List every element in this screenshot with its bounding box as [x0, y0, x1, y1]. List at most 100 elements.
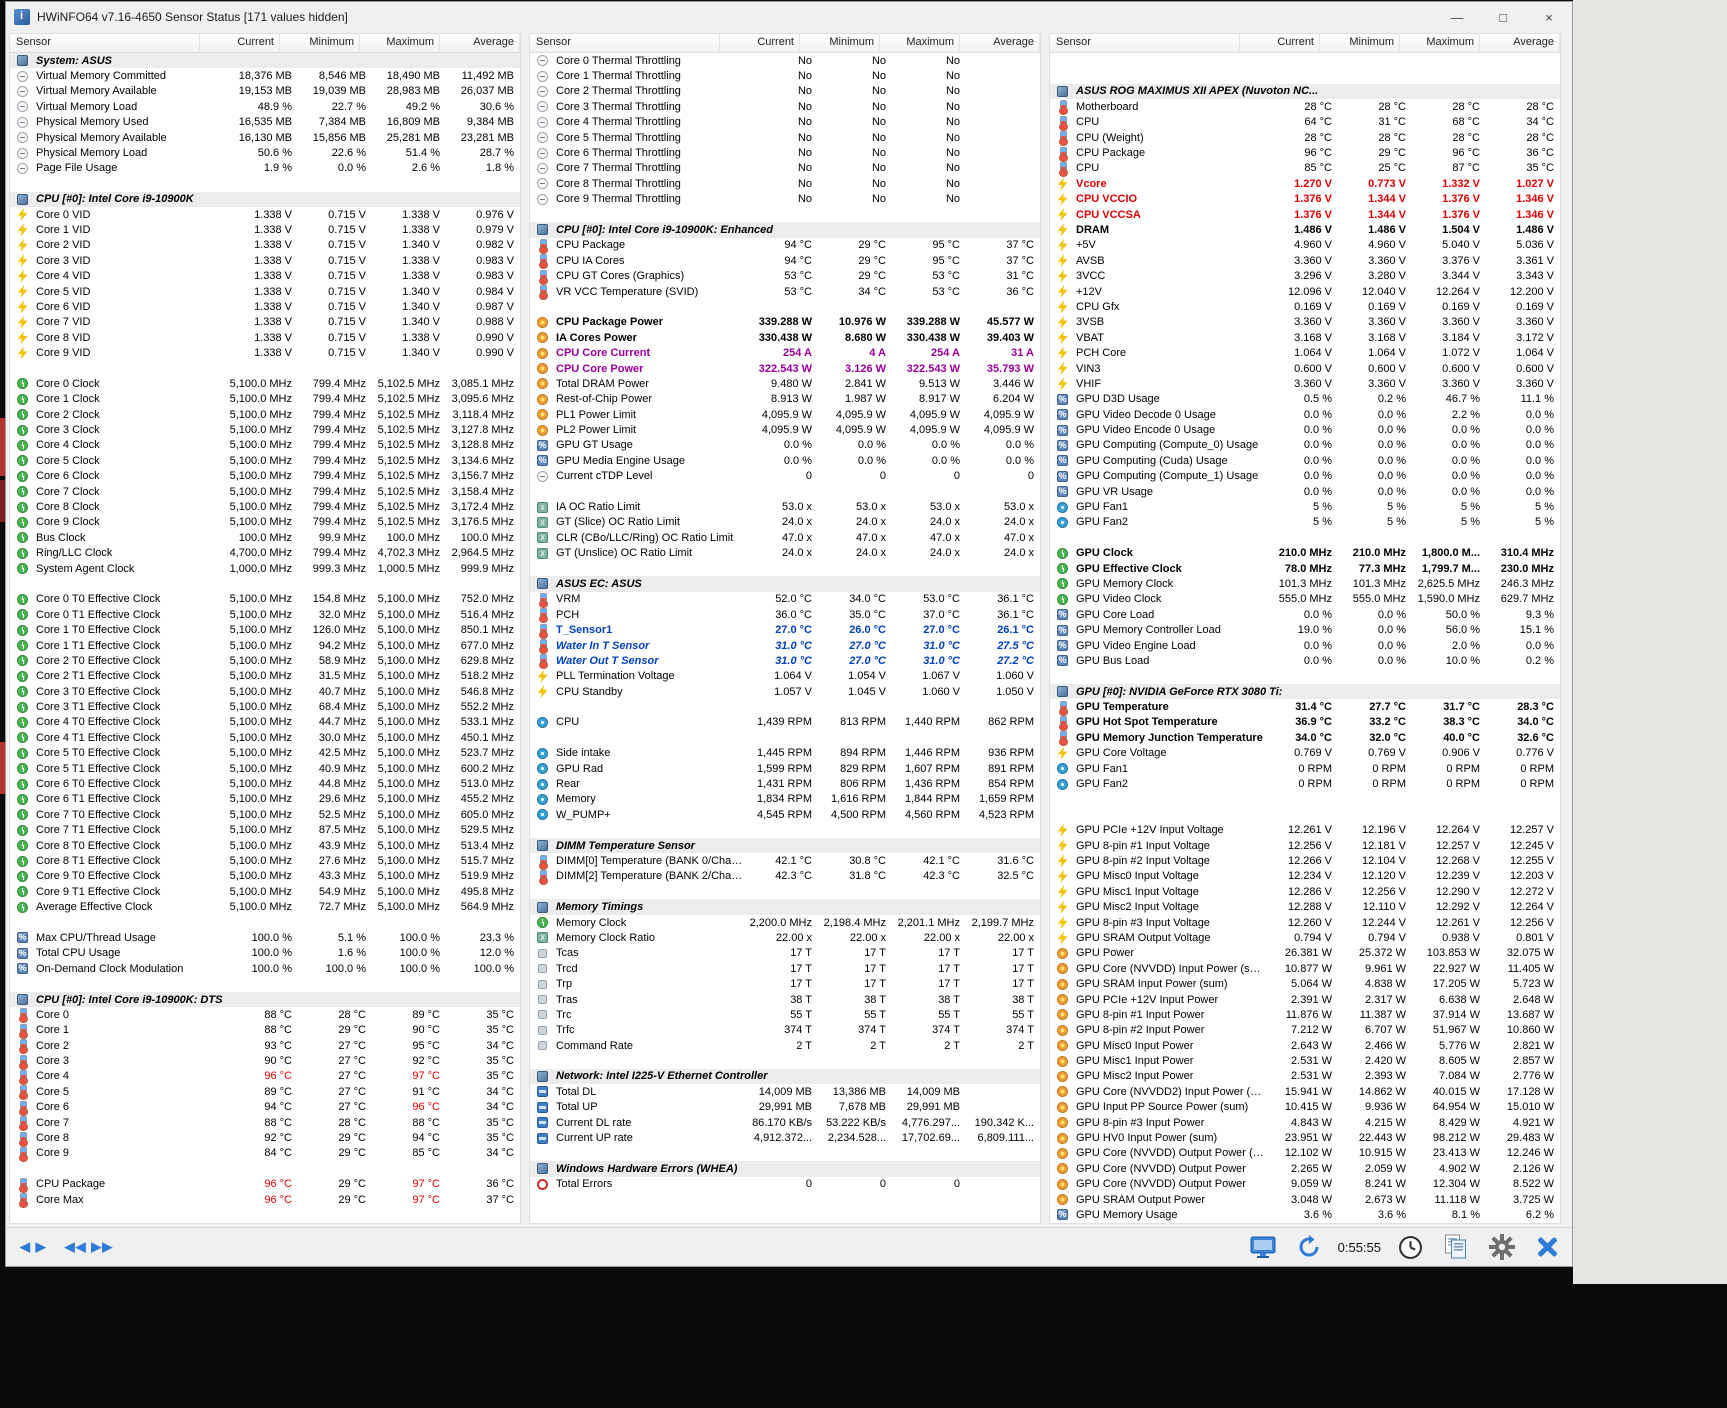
- sensor-row[interactable]: CPU Package Power 339.288 W 10.976 W 339.28…: [530, 315, 1040, 330]
- close-sensors-icon[interactable]: [1532, 1234, 1562, 1260]
- column-header-average[interactable]: Average: [960, 34, 1040, 52]
- sensor-row[interactable]: CPU Core Power 322.543 W 3.126 W 322.543 W 3…: [530, 361, 1040, 376]
- sensor-row[interactable]: GPU GT Usage 0.0 % 0.0 % 0.0 % 0.0 %: [530, 438, 1040, 453]
- sensor-row[interactable]: CPU 85 °C 25 °C 87 °C 35 °C: [1050, 161, 1560, 177]
- column-header-current[interactable]: Current: [1240, 34, 1320, 52]
- sensor-row[interactable]: Physical Memory Load 50.6 % 22.6 % 51.4 % 28…: [10, 145, 520, 160]
- sensor-row[interactable]: T_Sensor1 27.0 °C 26.0 °C 27.0 °C 26.1 °C: [530, 622, 1040, 639]
- sensor-row[interactable]: Core 5 89 °C 27 °C 91 °C 34 °C: [10, 1084, 520, 1101]
- sensor-row[interactable]: GPU PCIe +12V Input Voltage 12.261 V 12.19…: [1050, 823, 1560, 838]
- sensor-row[interactable]: Core 3 Thermal Throttling No No No: [530, 99, 1040, 114]
- sensor-group-header[interactable]: Memory Timings: [530, 899, 1040, 915]
- sensor-row[interactable]: Virtual Memory Available 19,153 MB 19,039 …: [10, 84, 520, 99]
- sensor-row[interactable]: Core 8 Clock 5,100.0 MHz 799.4 MHz 5,102.5 …: [10, 499, 520, 514]
- sensor-row[interactable]: GPU SRAM Output Voltage 0.794 V 0.794 V 0.9…: [1050, 930, 1560, 945]
- minimize-button[interactable]: —: [1434, 2, 1480, 32]
- sensor-row[interactable]: Core 5 T1 Effective Clock 5,100.0 MHz 40.9…: [10, 761, 520, 776]
- sensor-row[interactable]: +5V 4.960 V 4.960 V 5.040 V 5.036 V: [1050, 238, 1560, 253]
- sensor-row[interactable]: Trp 17 T 17 T 17 T 17 T: [530, 976, 1040, 991]
- sensor-row[interactable]: GPU Fan1 0 RPM 0 RPM 0 RPM 0 RPM: [1050, 761, 1560, 776]
- reorder-left-right-icon[interactable]: ◀ ▶: [16, 1237, 51, 1257]
- sensor-row[interactable]: GPU Computing (Compute_0) Usage 0.0 % 0.0 …: [1050, 438, 1560, 453]
- column-header-average[interactable]: Average: [440, 34, 520, 52]
- sensor-row[interactable]: CPU Package 96 °C 29 °C 96 °C 36 °C: [1050, 145, 1560, 162]
- sensor-group-header[interactable]: ASUS ROG MAXIMUS XII APEX (Nuvoton NC...: [1050, 83, 1560, 100]
- sensor-row[interactable]: Core 1 VID 1.338 V 0.715 V 1.338 V 0.979 V: [10, 222, 520, 237]
- sensor-row[interactable]: Core 4 Thermal Throttling No No No: [530, 115, 1040, 130]
- column-header-average[interactable]: Average: [1480, 34, 1560, 52]
- sensor-row[interactable]: +12V 12.096 V 12.040 V 12.264 V 12.200 V: [1050, 284, 1560, 299]
- sensor-row[interactable]: Trfc 374 T 374 T 374 T 374 T: [530, 1023, 1040, 1038]
- sensor-row[interactable]: Core 9 Clock 5,100.0 MHz 799.4 MHz 5,102.5 …: [10, 515, 520, 530]
- close-button[interactable]: ×: [1526, 2, 1572, 32]
- sensor-row[interactable]: GPU Memory Usage 3.6 % 3.6 % 8.1 % 6.2 %: [1050, 1207, 1560, 1222]
- sensor-row[interactable]: DIMM[0] Temperature (BANK 0/ChannelA-DIM…: [530, 853, 1040, 870]
- sensor-row[interactable]: GPU Memory Junction Temperature 34.0 °C 32…: [1050, 730, 1560, 747]
- sensor-row[interactable]: Vcore 1.270 V 0.773 V 1.332 V 1.027 V: [1050, 176, 1560, 191]
- sensor-row[interactable]: CPU VCCSA 1.376 V 1.344 V 1.376 V 1.346 V: [1050, 207, 1560, 222]
- column-header-minimum[interactable]: Minimum: [800, 34, 880, 52]
- sensor-row[interactable]: Core 6 Thermal Throttling No No No: [530, 145, 1040, 160]
- sensor-row[interactable]: Core 4 T0 Effective Clock 5,100.0 MHz 44.7…: [10, 715, 520, 730]
- sensor-row[interactable]: CPU GT Cores (Graphics) 53 °C 29 °C 53 °C 31…: [530, 268, 1040, 285]
- sensor-row[interactable]: GPU SRAM Input Power (sum) 5.064 W 4.838 W…: [1050, 976, 1560, 991]
- sensor-row[interactable]: Total DL 14,009 MB 13,386 MB 14,009 MB: [530, 1084, 1040, 1099]
- logging-report-icon[interactable]: [1440, 1232, 1472, 1262]
- sensor-row[interactable]: Core 2 T1 Effective Clock 5,100.0 MHz 31.5…: [10, 669, 520, 684]
- sensor-row[interactable]: Rest-of-Chip Power 8.913 W 1.987 W 8.917 W 6…: [530, 392, 1040, 407]
- sensor-row[interactable]: Physical Memory Used 16,535 MB 7,384 MB 16,…: [10, 115, 520, 130]
- sensor-group-header[interactable]: CPU [#0]: Intel Core i9-10900K: DTS: [10, 991, 520, 1008]
- sensor-row[interactable]: GPU Clock 210.0 MHz 210.0 MHz 1,800.0 M... 3…: [1050, 546, 1560, 561]
- sensor-row[interactable]: GPU Misc2 Input Power 2.531 W 2.393 W 7.084…: [1050, 1069, 1560, 1084]
- sensor-row[interactable]: Current cTDP Level 0 0 0 0: [530, 469, 1040, 484]
- sensor-row[interactable]: Core 4 T1 Effective Clock 5,100.0 MHz 30.0…: [10, 730, 520, 745]
- sensor-row[interactable]: Core 7 Clock 5,100.0 MHz 799.4 MHz 5,102.5 …: [10, 484, 520, 499]
- maximize-button[interactable]: □: [1480, 2, 1526, 32]
- sensor-row[interactable]: Core 4 VID 1.338 V 0.715 V 1.338 V 0.983 V: [10, 268, 520, 283]
- sensor-row[interactable]: CPU 64 °C 31 °C 68 °C 34 °C: [1050, 115, 1560, 131]
- sensor-row[interactable]: W_PUMP+ 4,545 RPM 4,500 RPM 4,560 RPM 4,523 …: [530, 807, 1040, 822]
- sensor-row[interactable]: GPU 8-pin #1 Input Power 11.876 W 11.387 W…: [1050, 1007, 1560, 1022]
- sensor-row[interactable]: Trcd 17 T 17 T 17 T 17 T: [530, 961, 1040, 976]
- sensor-row[interactable]: GPU Effective Clock 78.0 MHz 77.3 MHz 1,799…: [1050, 561, 1560, 576]
- sensor-row[interactable]: Core 1 88 °C 29 °C 90 °C 35 °C: [10, 1023, 520, 1039]
- sensor-row[interactable]: Core 9 VID 1.338 V 0.715 V 1.340 V 0.990 V: [10, 345, 520, 360]
- sensor-row[interactable]: Core 7 88 °C 28 °C 88 °C 35 °C: [10, 1115, 520, 1132]
- sensor-row[interactable]: CPU VCCIO 1.376 V 1.344 V 1.376 V 1.346 V: [1050, 192, 1560, 207]
- sensor-row[interactable]: CPU Package 96 °C 29 °C 97 °C 36 °C: [10, 1177, 520, 1193]
- column-header-current[interactable]: Current: [720, 34, 800, 52]
- sensor-row[interactable]: Max CPU/Thread Usage 100.0 % 5.1 % 100.0 % 2…: [10, 930, 520, 945]
- sensor-group-header[interactable]: Network: Intel I225-V Ethernet Controlle…: [530, 1068, 1040, 1085]
- sensor-row[interactable]: Core 2 T0 Effective Clock 5,100.0 MHz 58.9…: [10, 653, 520, 668]
- sensor-row[interactable]: Core 3 90 °C 27 °C 92 °C 35 °C: [10, 1053, 520, 1070]
- column-header-current[interactable]: Current: [200, 34, 280, 52]
- sensor-row[interactable]: PL2 Power Limit 4,095.9 W 4,095.9 W 4,095.9…: [530, 422, 1040, 437]
- sensor-row[interactable]: Average Effective Clock 5,100.0 MHz 72.7 M…: [10, 899, 520, 914]
- sensor-row[interactable]: Rear 1,431 RPM 806 RPM 1,436 RPM 854 RPM: [530, 776, 1040, 791]
- sensor-row[interactable]: GPU Misc0 Input Voltage 12.234 V 12.120 V 1…: [1050, 869, 1560, 884]
- sensor-row[interactable]: Core 6 94 °C 27 °C 96 °C 34 °C: [10, 1100, 520, 1116]
- sensor-row[interactable]: Trc 55 T 55 T 55 T 55 T: [530, 1007, 1040, 1022]
- column-header-minimum[interactable]: Minimum: [280, 34, 360, 52]
- sensor-row[interactable]: VRM 52.0 °C 34.0 °C 53.0 °C 36.1 °C: [530, 592, 1040, 608]
- sensor-row[interactable]: Core 1 T1 Effective Clock 5,100.0 MHz 94.2…: [10, 638, 520, 653]
- sensor-row[interactable]: GPU Misc0 Input Power 2.643 W 2.466 W 5.776…: [1050, 1038, 1560, 1053]
- sensor-row[interactable]: Total Errors 0 0 0: [530, 1177, 1040, 1192]
- sensor-row[interactable]: Total UP 29,991 MB 7,678 MB 29,991 MB: [530, 1100, 1040, 1115]
- sensor-row[interactable]: GPU Memory Controller Load 19.0 % 0.0 % 56.…: [1050, 622, 1560, 637]
- sensor-row[interactable]: Core 5 VID 1.338 V 0.715 V 1.340 V 0.984 V: [10, 284, 520, 299]
- sensor-row[interactable]: CPU IA Cores 94 °C 29 °C 95 °C 37 °C: [530, 253, 1040, 270]
- sensor-row[interactable]: Core 3 T0 Effective Clock 5,100.0 MHz 40.7…: [10, 684, 520, 699]
- sensor-row[interactable]: Virtual Memory Load 48.9 % 22.7 % 49.2 % 30.…: [10, 99, 520, 114]
- sensor-row[interactable]: Memory Clock Ratio 22.00 x 22.00 x 22.00 x 2…: [530, 930, 1040, 945]
- sensor-row[interactable]: Core 8 VID 1.338 V 0.715 V 1.338 V 0.990 V: [10, 330, 520, 345]
- sensor-row[interactable]: GPU Video Clock 555.0 MHz 555.0 MHz 1,590.0…: [1050, 592, 1560, 607]
- sensor-row[interactable]: Core 3 Clock 5,100.0 MHz 799.4 MHz 5,102.5 …: [10, 422, 520, 437]
- tray-monitor-icon[interactable]: [1246, 1233, 1280, 1261]
- reset-values-icon[interactable]: [1293, 1233, 1325, 1261]
- sensor-row[interactable]: GPU HV0 Input Power (sum) 23.951 W 22.443 …: [1050, 1130, 1560, 1145]
- sensor-row[interactable]: GPU Bus Load 0.0 % 0.0 % 10.0 % 0.2 %: [1050, 653, 1560, 668]
- sensor-row[interactable]: GPU 8-pin #2 Input Voltage 12.266 V 12.104…: [1050, 853, 1560, 868]
- sensor-row[interactable]: System Agent Clock 1,000.0 MHz 999.3 MHz 1,…: [10, 561, 520, 576]
- sensor-row[interactable]: GPU 8-pin #3 Input Voltage 12.260 V 12.244…: [1050, 915, 1560, 930]
